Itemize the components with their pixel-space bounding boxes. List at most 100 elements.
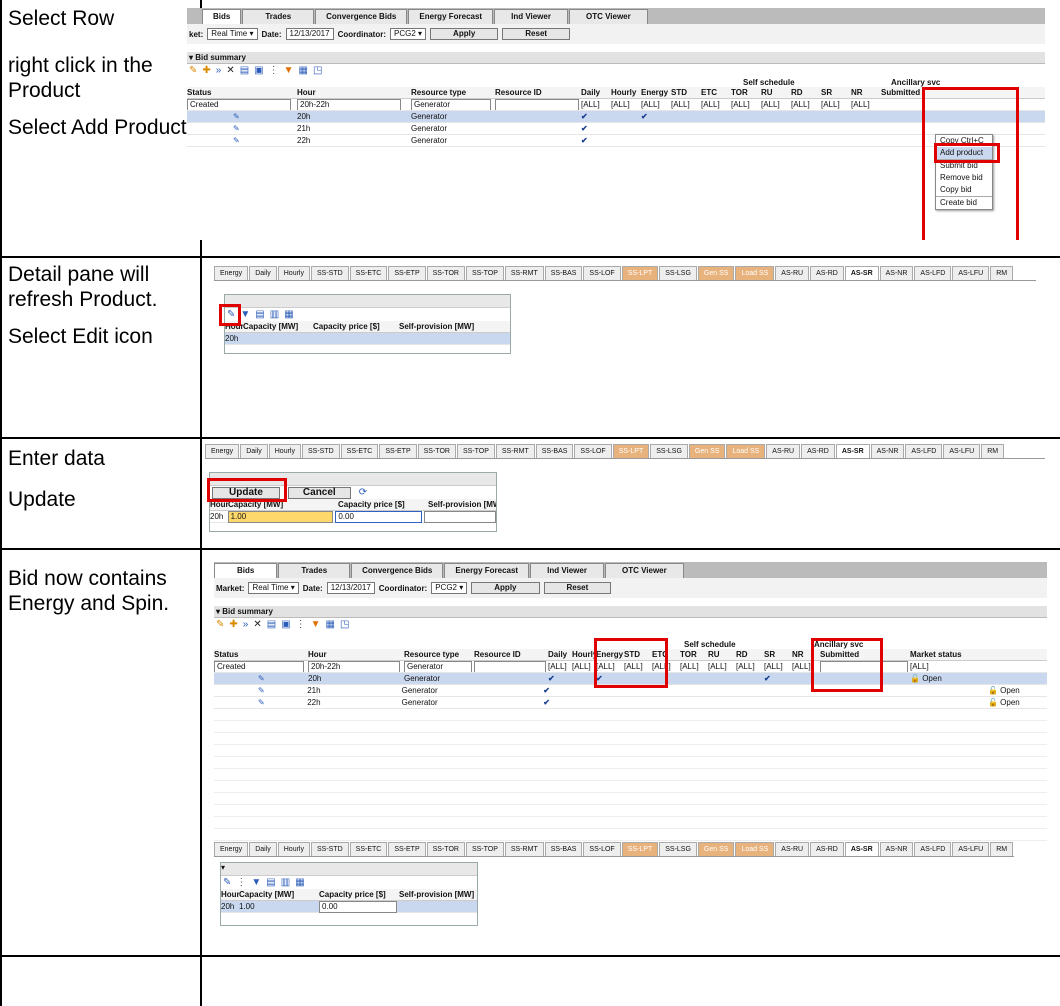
col-status[interactable]: Status xyxy=(214,649,308,660)
detail-tab-as-sr[interactable]: AS-SR xyxy=(844,842,879,856)
table-row[interactable]: ✎ 22h Generator ✔ 🔓 Open xyxy=(214,697,1047,709)
detail-tab-ss-etc[interactable]: SS-ETC xyxy=(349,842,388,856)
edit-pencil-icon[interactable]: ✎ xyxy=(187,135,297,146)
detail-tab-ss-top[interactable]: SS-TOP xyxy=(465,266,504,280)
filter-icon[interactable]: ▼ xyxy=(311,619,321,630)
col-sr[interactable]: SR xyxy=(821,87,851,98)
detail-tab-daily[interactable]: Daily xyxy=(240,444,268,458)
tor-filter[interactable]: [ALL] xyxy=(731,99,761,110)
submit-icon[interactable]: » xyxy=(243,619,249,630)
table-row[interactable]: ✎ 22h Generator ✔ xyxy=(187,135,1045,147)
market-status-filter[interactable]: [ALL] xyxy=(910,661,970,672)
status-filter[interactable]: Created xyxy=(187,99,291,110)
detail-tab-energy[interactable]: Energy xyxy=(214,266,249,280)
delete-icon[interactable]: ✕ xyxy=(226,65,234,76)
detail-tab-as-ru[interactable]: AS-RU xyxy=(775,842,810,856)
col-tor[interactable]: TOR xyxy=(731,87,761,98)
detail-tab-rm[interactable]: RM xyxy=(990,842,1014,856)
hourly-filter[interactable]: [ALL] xyxy=(572,661,596,672)
type-filter[interactable]: Generator xyxy=(404,661,472,672)
detail-tab-ss-lof[interactable]: SS-LOF xyxy=(583,266,621,280)
detail-tab-ss-lsg[interactable]: SS-LSG xyxy=(659,842,697,856)
detail-tab-energy[interactable]: Energy xyxy=(214,842,249,856)
export-icon[interactable]: ▤ xyxy=(267,619,276,630)
detail-tab-ss-etp[interactable]: SS-ETP xyxy=(388,842,426,856)
detail-tab-ss-lpt[interactable]: SS-LPT xyxy=(621,842,659,856)
col-ru[interactable]: RU xyxy=(708,649,736,660)
tree-icon[interactable]: ⋮ xyxy=(269,65,279,76)
tree-icon[interactable]: ⋮ xyxy=(296,619,306,630)
report-icon[interactable]: ▦ xyxy=(299,65,308,76)
ru-filter[interactable]: [ALL] xyxy=(708,661,736,672)
detail-tab-as-nr[interactable]: AS-NR xyxy=(879,842,914,856)
detail-tab-load-ss[interactable]: Load SS xyxy=(735,842,775,856)
edit-pencil-icon[interactable]: ✎ xyxy=(214,673,308,684)
detail-tab-gen-ss[interactable]: Gen SS xyxy=(688,444,726,458)
col-sr[interactable]: SR xyxy=(764,649,792,660)
detail-tab-ss-lof[interactable]: SS-LOF xyxy=(574,444,612,458)
delete-icon[interactable]: ✕ xyxy=(253,619,261,630)
detail-tab-daily[interactable]: Daily xyxy=(249,842,277,856)
reset-button[interactable]: Reset xyxy=(543,582,612,594)
import-icon[interactable]: ▣ xyxy=(254,65,263,76)
etc-filter[interactable]: [ALL] xyxy=(701,99,731,110)
type-filter[interactable]: Generator xyxy=(411,99,491,110)
detail-tab-ss-etc[interactable]: SS-ETC xyxy=(340,444,379,458)
col-tor[interactable]: TOR xyxy=(680,649,708,660)
tab-ind-viewer[interactable]: Ind Viewer xyxy=(530,563,604,578)
date-input[interactable]: 12/13/2017 xyxy=(285,28,334,40)
detail-tab-ss-bas[interactable]: SS-BAS xyxy=(544,842,583,856)
hour-filter[interactable]: 20h-22h xyxy=(297,99,401,110)
detail-tab-ss-lsg[interactable]: SS-LSG xyxy=(650,444,688,458)
col-hour[interactable]: Hour xyxy=(308,649,404,660)
price-input[interactable]: 0.00 xyxy=(335,511,422,523)
detail-tab-ss-top[interactable]: SS-TOP xyxy=(456,444,495,458)
detail-tab-daily[interactable]: Daily xyxy=(249,266,277,280)
detail-tab-load-ss[interactable]: Load SS xyxy=(726,444,766,458)
detail-tab-ss-lof[interactable]: SS-LOF xyxy=(583,842,621,856)
edit-pencil-icon[interactable]: ✎ xyxy=(187,111,297,122)
detail-tab-ss-tor[interactable]: SS-TOR xyxy=(426,266,465,280)
reset-button[interactable]: Reset xyxy=(502,28,571,40)
col-submitted[interactable]: Submitted xyxy=(881,87,925,98)
detail-tab-hourly[interactable]: Hourly xyxy=(277,266,310,280)
detail-tab-as-sr[interactable]: AS-SR xyxy=(844,266,879,280)
detail-tab-ss-bas[interactable]: SS-BAS xyxy=(535,444,574,458)
col-ru[interactable]: RU xyxy=(761,87,791,98)
detail-tab-energy[interactable]: Energy xyxy=(205,444,240,458)
detail-tab-as-lfu[interactable]: AS-LFU xyxy=(943,444,981,458)
copy-icon[interactable]: ✚ xyxy=(229,619,237,630)
col-rd[interactable]: RD xyxy=(736,649,764,660)
cancel-button[interactable]: Cancel xyxy=(287,486,351,499)
detail-tab-ss-etp[interactable]: SS-ETP xyxy=(379,444,417,458)
market-select[interactable]: Real Time ▾ xyxy=(207,28,258,40)
col-daily[interactable]: Daily xyxy=(548,649,572,660)
col-nr[interactable]: NR xyxy=(851,87,881,98)
detail-tab-rm[interactable]: RM xyxy=(981,444,1005,458)
report-icon[interactable]: ▦ xyxy=(295,877,304,888)
sr-filter[interactable]: [ALL] xyxy=(764,661,792,672)
edit-pencil-icon[interactable]: ✎ xyxy=(214,697,307,708)
status-filter[interactable]: Created xyxy=(214,661,304,672)
detail-tab-as-ru[interactable]: AS-RU xyxy=(766,444,801,458)
col-energy[interactable]: Energy xyxy=(641,87,671,98)
detail-tab-as-lfu[interactable]: AS-LFU xyxy=(952,266,990,280)
detail-tab-as-rd[interactable]: AS-RD xyxy=(801,444,835,458)
col-hourly[interactable]: Hourly xyxy=(572,649,596,660)
tor-filter[interactable]: [ALL] xyxy=(680,661,708,672)
detail-tab-as-lfd[interactable]: AS-LFD xyxy=(905,444,943,458)
coordinator-select[interactable]: PCG2 ▾ xyxy=(431,582,468,594)
detail-tab-hourly[interactable]: Hourly xyxy=(277,842,310,856)
col-resource-id[interactable]: Resource ID xyxy=(474,649,548,660)
submit-icon[interactable]: » xyxy=(216,65,222,76)
detail-tab-ss-rmt[interactable]: SS-RMT xyxy=(504,266,544,280)
detail-tab-hourly[interactable]: Hourly xyxy=(268,444,301,458)
tab-convergence-bids[interactable]: Convergence Bids xyxy=(351,563,444,578)
detail-tab-ss-tor[interactable]: SS-TOR xyxy=(426,842,465,856)
apply-button[interactable]: Apply xyxy=(471,582,540,594)
col-hourly[interactable]: Hourly xyxy=(611,87,641,98)
daily-filter[interactable]: [ALL] xyxy=(548,661,572,672)
tab-bids[interactable]: Bids xyxy=(202,9,242,24)
detail-tab-as-nr[interactable]: AS-NR xyxy=(879,266,914,280)
hour-filter[interactable]: 20h-22h xyxy=(308,661,400,672)
